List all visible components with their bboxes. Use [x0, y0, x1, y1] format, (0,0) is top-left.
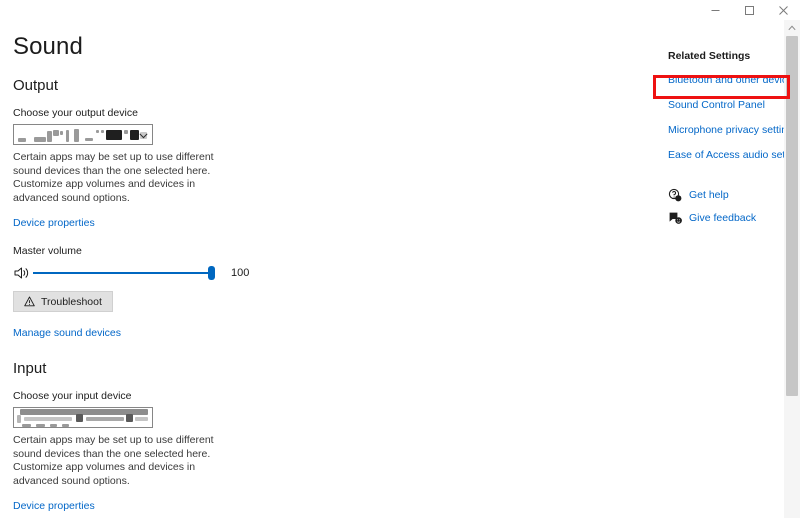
related-settings-heading: Related Settings: [668, 50, 751, 62]
minimize-button[interactable]: [698, 0, 732, 20]
output-device-value-redacted: [14, 125, 152, 144]
input-section-heading: Input: [13, 360, 47, 377]
warning-triangle-icon: [24, 296, 35, 307]
output-device-combobox[interactable]: [13, 124, 153, 145]
master-volume-value: 100: [231, 267, 250, 279]
output-helper-text: Certain apps may be set up to use differ…: [13, 151, 214, 204]
output-troubleshoot-button[interactable]: Troubleshoot: [13, 291, 113, 312]
master-volume-label: Master volume: [13, 245, 82, 257]
get-help-label: Get help: [689, 189, 729, 201]
related-settings-pane: Related Settings Bluetooth and other dev…: [660, 20, 800, 518]
input-device-combobox[interactable]: [13, 407, 153, 428]
give-feedback-item[interactable]: Give feedback: [668, 211, 783, 225]
close-button[interactable]: [766, 0, 800, 20]
output-device-properties-link[interactable]: Device properties: [13, 216, 95, 230]
page-title: Sound: [13, 33, 83, 60]
title-bar: [0, 0, 800, 20]
related-link-bluetooth-and-other-devices[interactable]: Bluetooth and other devices: [668, 73, 798, 87]
input-device-value-redacted: [14, 408, 152, 427]
give-feedback-label: Give feedback: [689, 212, 757, 224]
scrollbar-thumb[interactable]: [786, 36, 798, 396]
scroll-up-arrow-icon[interactable]: [784, 20, 800, 35]
get-help-item[interactable]: Get help: [668, 188, 783, 202]
vertical-scrollbar[interactable]: [784, 20, 800, 518]
master-volume-slider[interactable]: [33, 265, 215, 281]
help-icon: [668, 188, 682, 202]
slider-fill: [33, 272, 211, 274]
master-volume-row: 100: [13, 265, 660, 281]
related-link-ease-of-access-audio-settings[interactable]: Ease of Access audio settings: [668, 148, 800, 162]
feedback-icon: [668, 211, 682, 225]
speaker-icon: [13, 265, 30, 281]
input-device-properties-link[interactable]: Device properties: [13, 499, 95, 513]
settings-content-pane: Sound Output Choose your output device C…: [0, 20, 660, 518]
chevron-down-icon: [139, 126, 148, 144]
sound-settings-window: Sound Output Choose your output device C…: [0, 0, 800, 518]
related-link-microphone-privacy-settings[interactable]: Microphone privacy settings: [668, 123, 798, 137]
maximize-button[interactable]: [732, 0, 766, 20]
output-section-heading: Output: [13, 77, 59, 94]
slider-thumb[interactable]: [208, 266, 215, 280]
output-manage-sound-devices-link[interactable]: Manage sound devices: [13, 326, 121, 340]
output-device-label: Choose your output device: [13, 107, 138, 119]
related-link-sound-control-panel[interactable]: Sound Control Panel: [668, 98, 783, 112]
input-helper-text: Certain apps may be set up to use differ…: [13, 434, 214, 487]
output-troubleshoot-label: Troubleshoot: [41, 295, 102, 308]
input-device-label: Choose your input device: [13, 390, 132, 402]
